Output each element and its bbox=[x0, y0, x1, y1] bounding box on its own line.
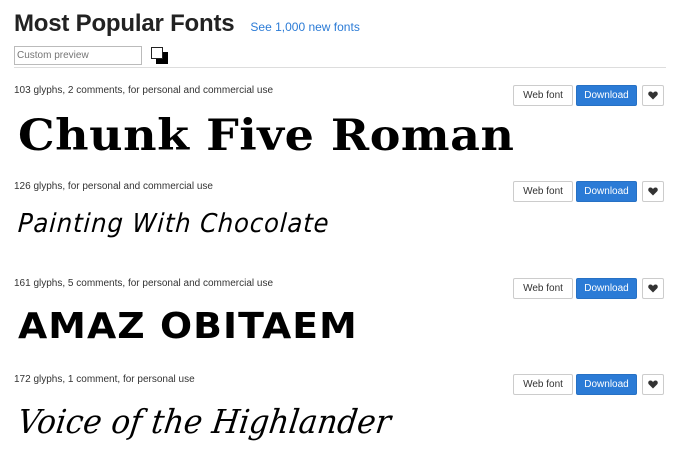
font-actions: Web font Download bbox=[513, 374, 664, 395]
font-meta: 161 glyphs, 5 comments, for personal and… bbox=[14, 278, 274, 289]
font-entry: 161 glyphs, 5 comments, for personal and… bbox=[14, 278, 664, 374]
font-actions: Web font Download bbox=[513, 181, 664, 202]
web-font-button[interactable]: Web font bbox=[513, 85, 573, 106]
download-button[interactable]: Download bbox=[576, 278, 637, 299]
font-meta: 172 glyphs, 1 comment, for personal use bbox=[14, 374, 195, 385]
download-button[interactable]: Download bbox=[576, 85, 637, 106]
divider bbox=[14, 67, 666, 68]
font-entry: 172 glyphs, 1 comment, for personal use … bbox=[14, 374, 664, 470]
font-meta: 126 glyphs, for personal and commercial … bbox=[14, 181, 213, 192]
font-preview[interactable]: AMAZ OBITAEM bbox=[18, 306, 358, 347]
foreground-color-swatch[interactable] bbox=[151, 46, 163, 59]
font-preview[interactable]: Voice of the Highlander bbox=[15, 402, 393, 441]
font-entry: 126 glyphs, for personal and commercial … bbox=[14, 181, 664, 277]
heart-icon bbox=[648, 187, 658, 196]
header: Most Popular Fonts See 1,000 new fonts bbox=[14, 10, 360, 38]
web-font-button[interactable]: Web font bbox=[513, 181, 573, 202]
web-font-button[interactable]: Web font bbox=[513, 278, 573, 299]
heart-icon bbox=[648, 91, 658, 100]
font-entry: 103 glyphs, 2 comments, for personal and… bbox=[14, 85, 664, 181]
color-swap-icon[interactable] bbox=[151, 46, 169, 65]
heart-icon bbox=[648, 380, 658, 389]
see-new-fonts-link[interactable]: See 1,000 new fonts bbox=[250, 20, 359, 34]
web-font-button[interactable]: Web font bbox=[513, 374, 573, 395]
font-actions: Web font Download bbox=[513, 85, 664, 106]
favorite-button[interactable] bbox=[642, 85, 664, 106]
page-title: Most Popular Fonts bbox=[14, 10, 235, 37]
favorite-button[interactable] bbox=[642, 181, 664, 202]
font-preview[interactable]: Chunk Five Roman bbox=[18, 111, 514, 161]
custom-preview-input[interactable] bbox=[14, 46, 142, 65]
favorite-button[interactable] bbox=[642, 278, 664, 299]
download-button[interactable]: Download bbox=[576, 374, 637, 395]
download-button[interactable]: Download bbox=[576, 181, 637, 202]
font-actions: Web font Download bbox=[513, 278, 664, 299]
font-preview[interactable]: Painting With Chocolate bbox=[17, 209, 330, 239]
preview-controls bbox=[14, 46, 169, 65]
favorite-button[interactable] bbox=[642, 374, 664, 395]
font-meta: 103 glyphs, 2 comments, for personal and… bbox=[14, 85, 274, 96]
heart-icon bbox=[648, 284, 658, 293]
